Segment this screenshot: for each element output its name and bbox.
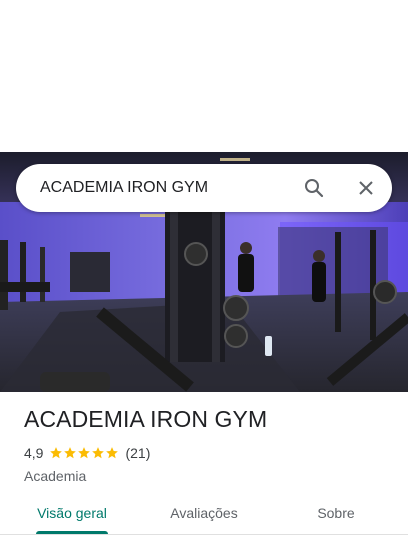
- search-button[interactable]: [294, 168, 334, 208]
- top-blank-area: [0, 0, 408, 152]
- tabs-divider: [0, 534, 408, 535]
- review-count[interactable]: (21): [125, 445, 150, 461]
- rating-value: 4,9: [24, 445, 44, 461]
- star-icon: [50, 447, 63, 459]
- tab-about[interactable]: Sobre: [284, 494, 388, 534]
- star-icon: [92, 447, 105, 459]
- search-icon: [305, 179, 324, 198]
- star-icon: [78, 447, 91, 459]
- tab-bar: Visão geral Avaliações Sobre: [0, 494, 408, 544]
- place-category: Academia: [24, 468, 87, 484]
- star-icon: [64, 447, 77, 459]
- place-title: ACADEMIA IRON GYM: [24, 406, 268, 432]
- rating-row[interactable]: 4,9 (21): [24, 444, 384, 462]
- search-bar[interactable]: ACADEMIA IRON GYM: [16, 164, 392, 212]
- tab-overview[interactable]: Visão geral: [20, 494, 124, 534]
- place-info: ACADEMIA IRON GYM 4,9 (21) Academia: [24, 404, 384, 484]
- search-input[interactable]: ACADEMIA IRON GYM: [40, 179, 294, 197]
- star-icon: [106, 447, 119, 459]
- close-button[interactable]: [346, 168, 386, 208]
- tab-reviews[interactable]: Avaliações: [152, 494, 256, 534]
- rating-stars: [49, 446, 119, 460]
- close-icon: [359, 181, 373, 195]
